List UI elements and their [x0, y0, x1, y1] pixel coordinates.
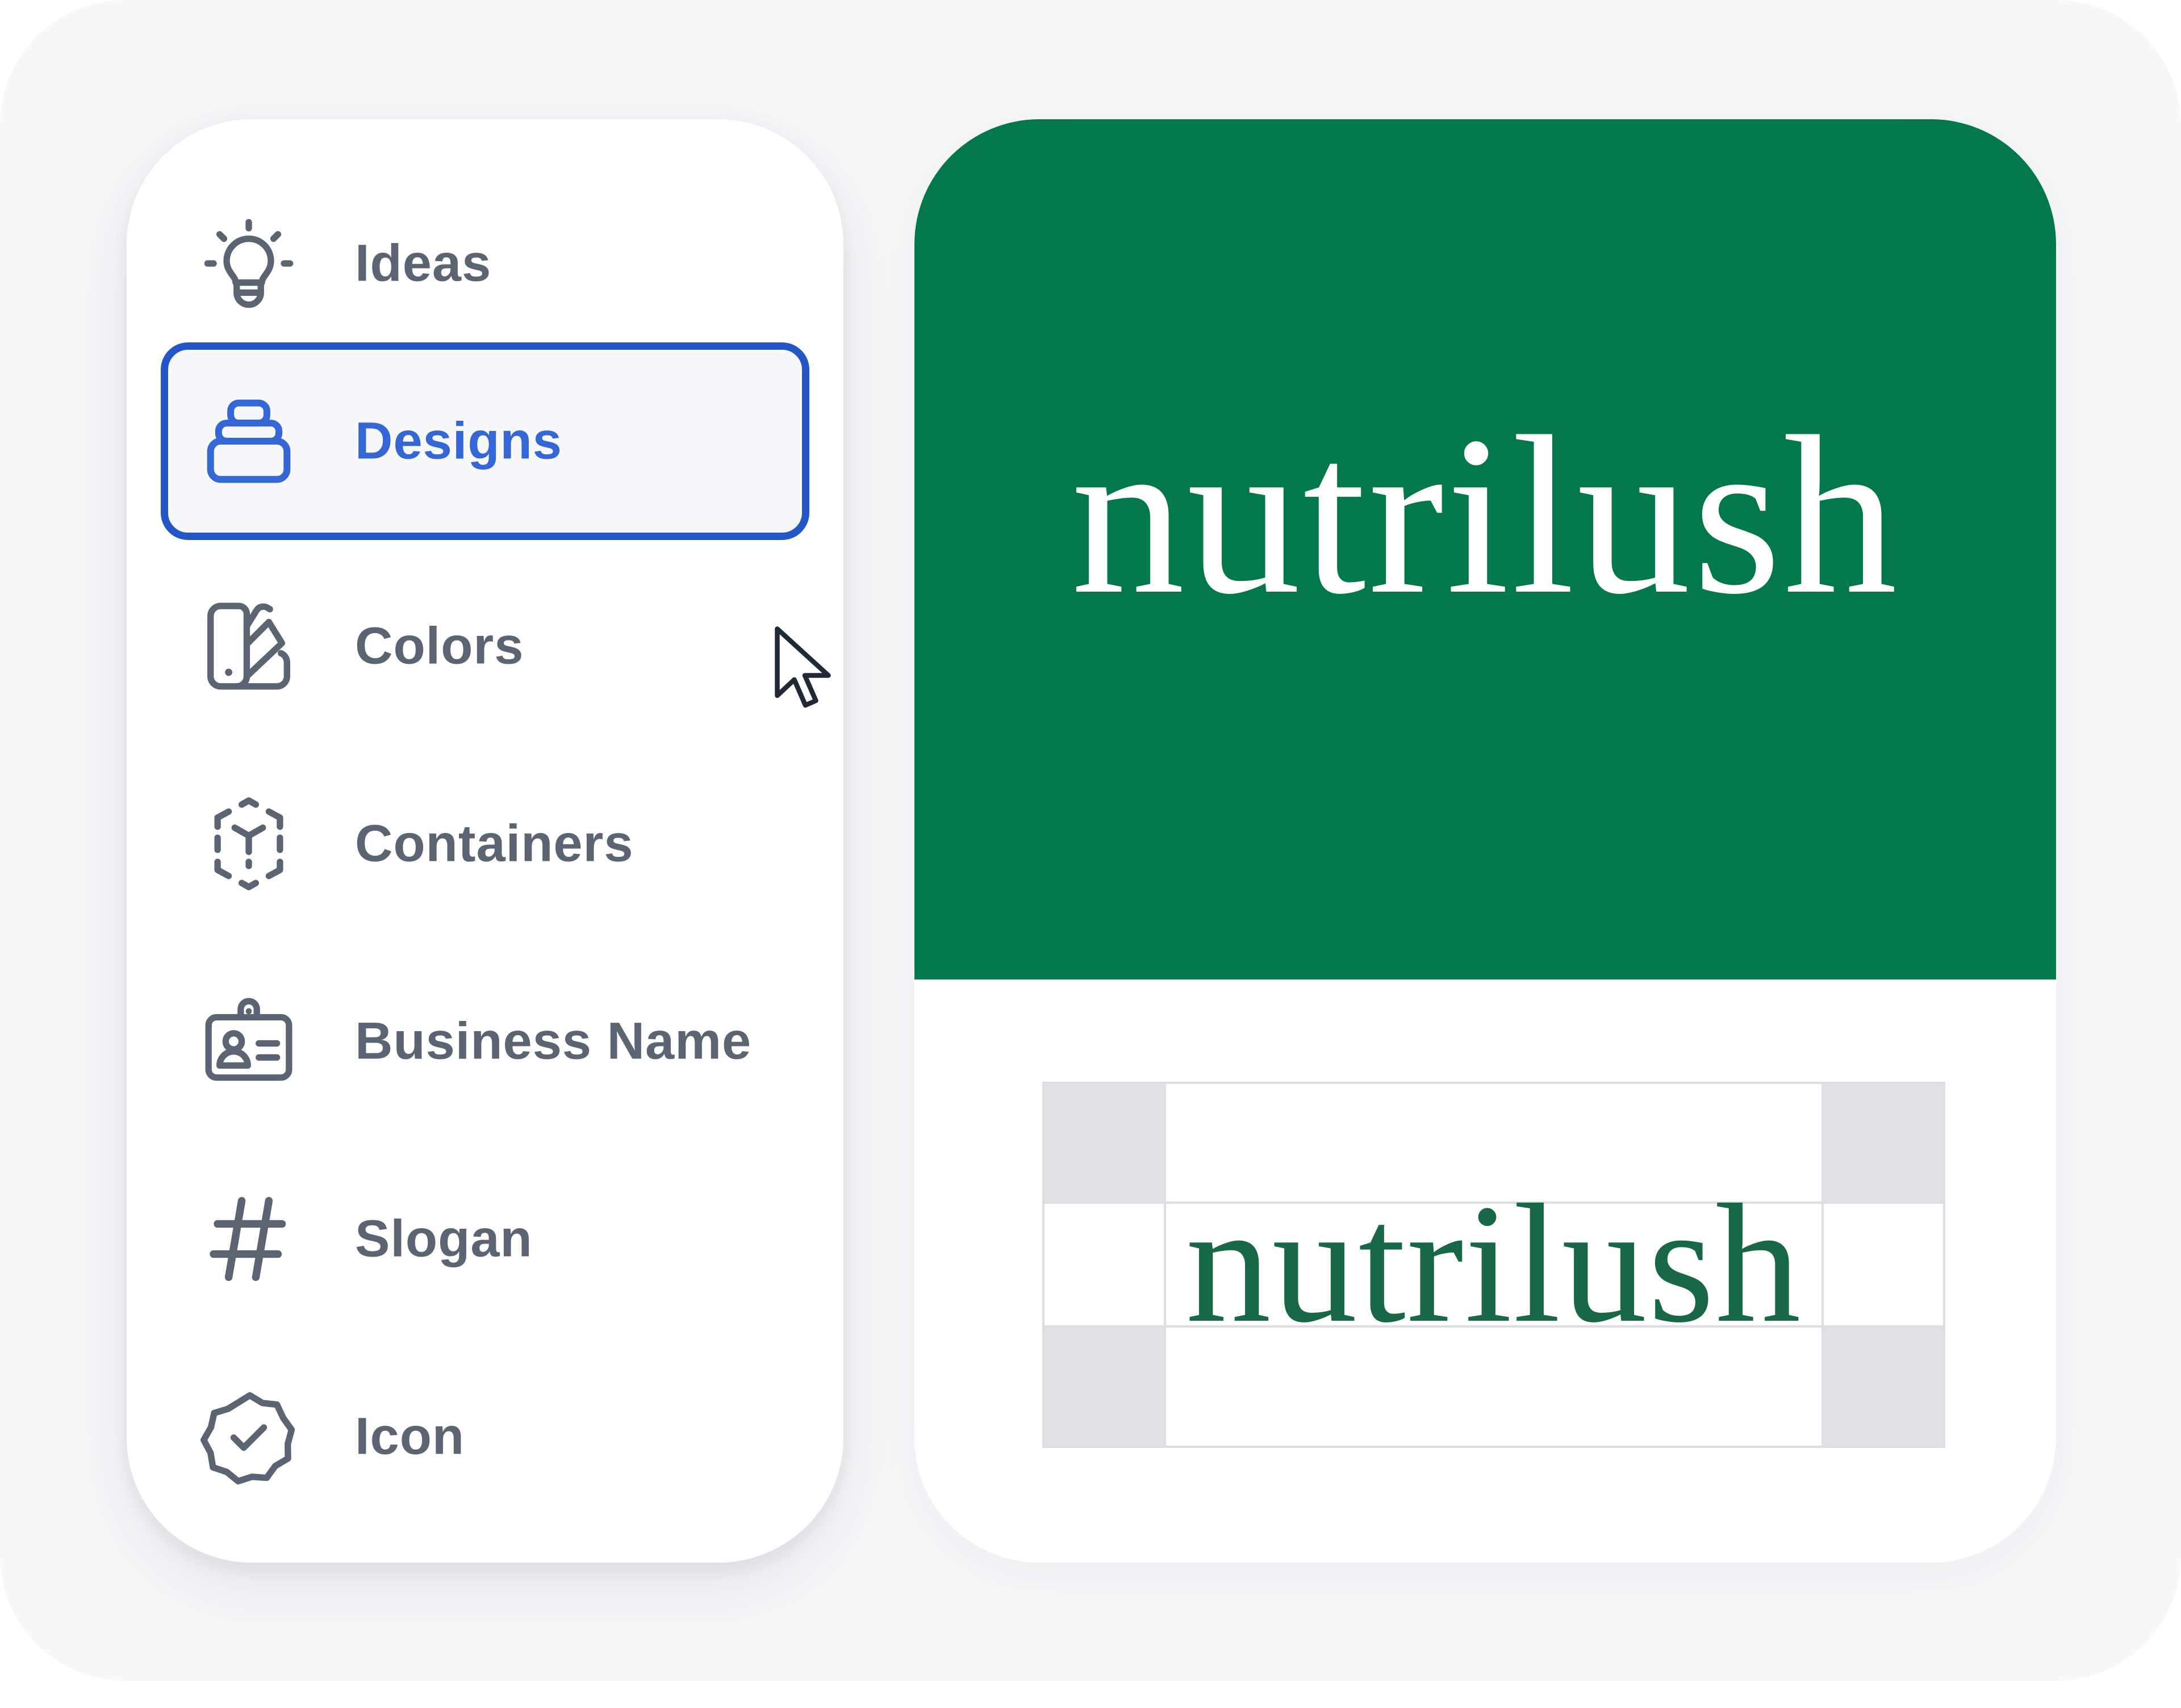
- brand-logo-large: nutrilush: [1071, 389, 1900, 641]
- grid-corner-bottom-right: [1823, 1326, 1943, 1446]
- verified-badge-icon: [200, 1388, 297, 1485]
- sidebar-item-label: Icon: [355, 1407, 465, 1466]
- sidebar-item-business-name[interactable]: Business Name: [161, 943, 809, 1140]
- brand-logo-grid-area: nutrilush: [1165, 1169, 1823, 1358]
- sidebar-item-label: Business Name: [355, 1012, 752, 1070]
- color-swatch-icon: [200, 598, 297, 694]
- lightbulb-icon: [200, 215, 297, 312]
- sidebar-item-designs[interactable]: Designs: [161, 342, 809, 540]
- logo-hero-banner: nutrilush: [914, 119, 2056, 979]
- sidebar-item-label: Containers: [355, 814, 634, 873]
- dashed-cube-icon: [200, 796, 297, 892]
- grid-corner-top-left: [1044, 1084, 1165, 1203]
- grid-corner-top-right: [1823, 1084, 1943, 1203]
- grid-corner-bottom-left: [1044, 1326, 1165, 1446]
- sidebar-item-ideas[interactable]: Ideas: [161, 165, 809, 362]
- sidebar-item-label: Slogan: [355, 1209, 533, 1268]
- logo-preview-card[interactable]: nutrilush nutrilush: [914, 119, 2056, 1563]
- layers-stack-icon: [200, 393, 297, 489]
- sidebar-menu: Ideas Designs Colors Containers Business…: [127, 119, 843, 1563]
- sidebar-item-label: Colors: [355, 617, 524, 675]
- sidebar-item-label: Designs: [355, 412, 562, 470]
- sidebar-item-colors[interactable]: Colors: [161, 547, 809, 745]
- app-canvas: Ideas Designs Colors Containers Business…: [0, 0, 2181, 1708]
- sidebar-item-containers[interactable]: Containers: [161, 745, 809, 943]
- sidebar-item-label: Ideas: [355, 234, 492, 292]
- logo-spacing-grid: nutrilush: [1042, 1082, 1945, 1448]
- sidebar-item-slogan[interactable]: Slogan: [161, 1140, 809, 1338]
- sidebar-item-icon[interactable]: Icon: [161, 1338, 809, 1535]
- brand-logo-small: nutrilush: [1185, 1169, 1802, 1358]
- hashtag-icon: [200, 1191, 297, 1287]
- id-card-icon: [200, 993, 297, 1090]
